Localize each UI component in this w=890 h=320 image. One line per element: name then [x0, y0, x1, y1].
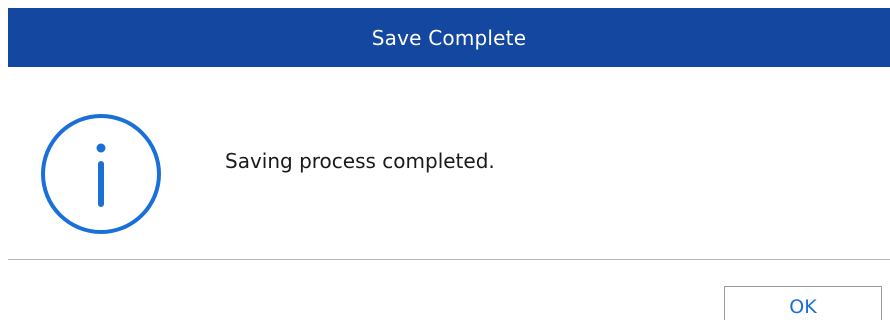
ok-button[interactable]: OK: [724, 286, 882, 320]
dialog-titlebar[interactable]: Save Complete: [8, 8, 890, 67]
dialog-message: Saving process completed.: [225, 149, 495, 173]
info-icon: [41, 114, 161, 234]
save-complete-dialog: Save Complete Saving process completed. …: [0, 0, 890, 320]
dialog-title: Save Complete: [371, 25, 527, 50]
dialog-body: Saving process completed.: [0, 67, 890, 259]
button-divider: [8, 259, 890, 260]
